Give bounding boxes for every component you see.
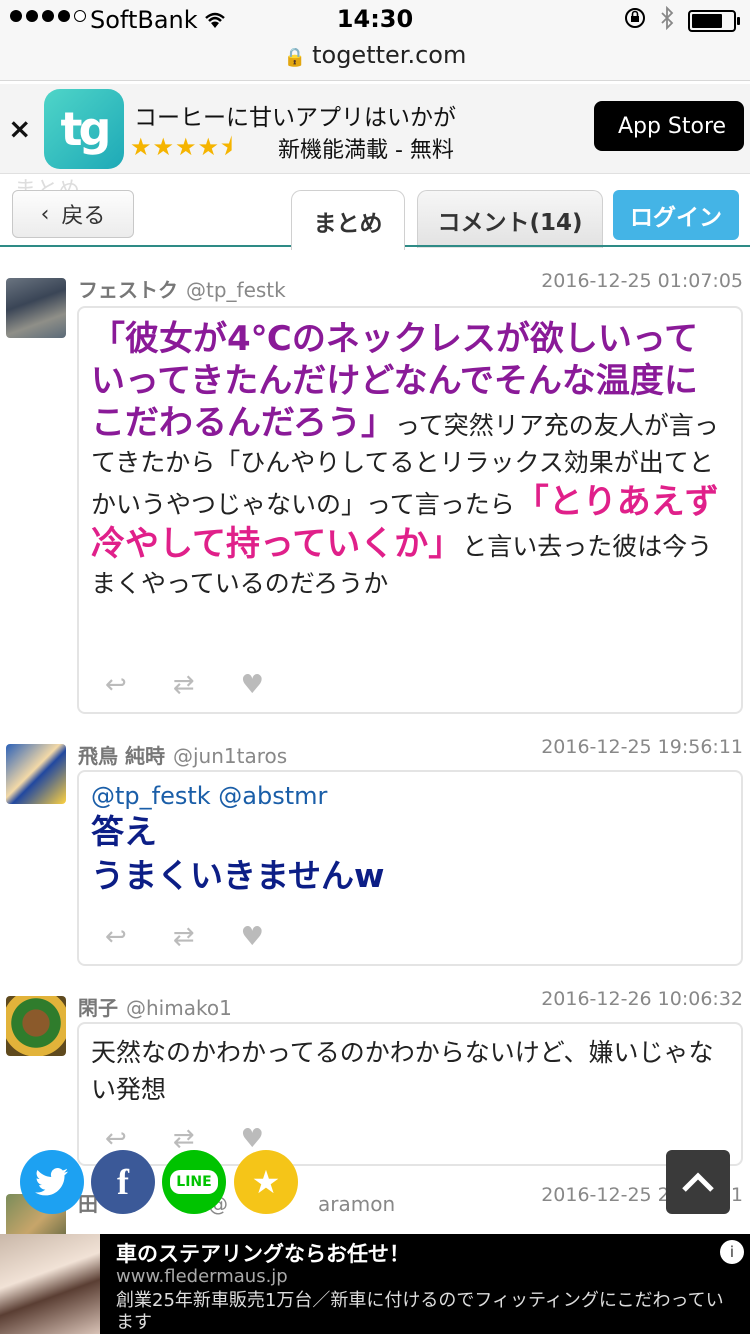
scroll-to-top-button[interactable] (666, 1150, 730, 1214)
url-bar[interactable]: 🔒 togetter.com (0, 40, 750, 80)
tweet-card: 天然なのかわかってるのかわからないけど、嫌いじゃない発想 ↩ ⇄ ♥ (77, 1022, 743, 1166)
line-icon: LINE (170, 1170, 218, 1194)
emphasis-text: 答え (91, 812, 157, 851)
favorite-button[interactable]: ★ (234, 1150, 298, 1214)
close-banner-button[interactable]: × (8, 112, 31, 145)
avatar[interactable] (6, 278, 66, 338)
like-icon[interactable]: ♥ (241, 670, 264, 700)
twitter-bird-icon (35, 1168, 68, 1196)
tab-comments[interactable]: コメント(14) (417, 190, 603, 248)
app-store-label: App Store (617, 113, 727, 139)
url-domain: togetter.com (312, 41, 467, 69)
facebook-icon: f (117, 1162, 129, 1202)
timestamp[interactable]: 2016-12-26 10:06:32 (541, 988, 743, 1010)
app-store-button[interactable]: App Store (594, 101, 744, 151)
tweet-body: 「彼女が4℃のネックレスが欲しいっていってきたんだけどなんでそんな温度にこだわる… (91, 318, 729, 602)
rating-stars-icon: ★★★★⯨ (130, 133, 234, 161)
reply-icon[interactable]: ↩ (105, 670, 127, 700)
tweet-actions: ↩ ⇄ ♥ (105, 670, 264, 700)
twitter-share-button[interactable] (20, 1150, 84, 1214)
battery-icon (688, 10, 740, 32)
user-name[interactable]: フェストク @tp_festk (78, 274, 286, 303)
ad-image[interactable] (0, 1234, 100, 1334)
chevron-left-icon: ‹ (40, 201, 50, 227)
tweet-card: @tp_festk @abstmr 答え うまくいきませんw ↩ ⇄ ♥ (77, 770, 743, 966)
like-icon[interactable]: ♥ (241, 922, 264, 952)
tweet-text: 天然なのかわかってるのかわからないけど、嫌いじゃない発想 (91, 1038, 714, 1104)
ad-url[interactable]: www.fledermaus.jp (116, 1266, 288, 1287)
user-handle-tail: aramon (318, 1192, 396, 1216)
display-name: 閑子 (78, 996, 118, 1020)
timestamp[interactable]: 2016-12-25 19:56:11 (541, 736, 743, 758)
emphasis-text: うまくいきませんw (91, 856, 385, 895)
app-banner-title: コーヒーに甘いアプリはいかが (134, 105, 456, 131)
user-handle: @himako1 (126, 996, 232, 1020)
tweet-card: 「彼女が4℃のネックレスが欲しいっていってきたんだけどなんでそんな温度にこだわる… (77, 306, 743, 714)
bluetooth-icon (660, 5, 674, 36)
retweet-icon[interactable]: ⇄ (173, 670, 195, 700)
tweet-actions: ↩ ⇄ ♥ (105, 922, 264, 952)
facebook-share-button[interactable]: f (91, 1150, 155, 1214)
ad-description: 創業25年新車販売1万台／新車に付けるのでフィッティングにこだわっています (116, 1290, 724, 1333)
app-icon[interactable]: tg (44, 89, 124, 169)
back-label: 戻る (61, 204, 106, 229)
mention-links[interactable]: @tp_festk @abstmr (91, 782, 729, 810)
login-button[interactable]: ログイン (613, 190, 739, 240)
status-bar: SoftBank 14:30 (0, 0, 750, 40)
line-share-button[interactable]: LINE (162, 1150, 226, 1214)
tab-matome[interactable]: まとめ (291, 190, 405, 250)
nav-bar: ‹ 戻る まとめ コメント(14) ログイン (0, 176, 750, 250)
chevron-up-icon (682, 1172, 714, 1192)
lock-icon: 🔒 (283, 47, 307, 68)
user-handle: @jun1taros (172, 744, 288, 768)
star-icon: ★ (251, 1163, 281, 1201)
ad-info-icon[interactable]: i (720, 1240, 744, 1264)
back-button[interactable]: ‹ 戻る (12, 190, 134, 238)
avatar[interactable] (6, 744, 66, 804)
page: SoftBank 14:30 🔒togetter.com ＜トップページへ戻る … (0, 0, 750, 1334)
user-handle: @tp_festk (186, 278, 286, 302)
user-name[interactable]: 飛鳥 純時 @jun1taros (78, 740, 287, 769)
app-banner-subtitle: 新機能満載 - 無料 (278, 138, 454, 163)
ad-headline[interactable]: 車のステアリングならお任せ！ (116, 1238, 410, 1268)
reply-icon[interactable]: ↩ (105, 922, 127, 952)
orientation-lock-icon (624, 7, 646, 35)
app-install-banner: × tg コーヒーに甘いアプリはいかが ★★★★⯨ 新機能満載 - 無料 App… (0, 84, 750, 174)
display-name: フェストク (78, 278, 178, 302)
ad-banner[interactable]: 車のステアリングならお任せ！ www.fledermaus.jp 創業25年新車… (0, 1234, 750, 1334)
avatar[interactable] (6, 996, 66, 1056)
retweet-icon[interactable]: ⇄ (173, 922, 195, 952)
user-name[interactable]: 閑子 @himako1 (78, 992, 232, 1021)
display-name: 飛鳥 純時 (78, 744, 165, 768)
timestamp[interactable]: 2016-12-25 01:07:05 (541, 270, 743, 292)
tweet-actions: ↩ ⇄ ♥ (105, 1124, 264, 1154)
